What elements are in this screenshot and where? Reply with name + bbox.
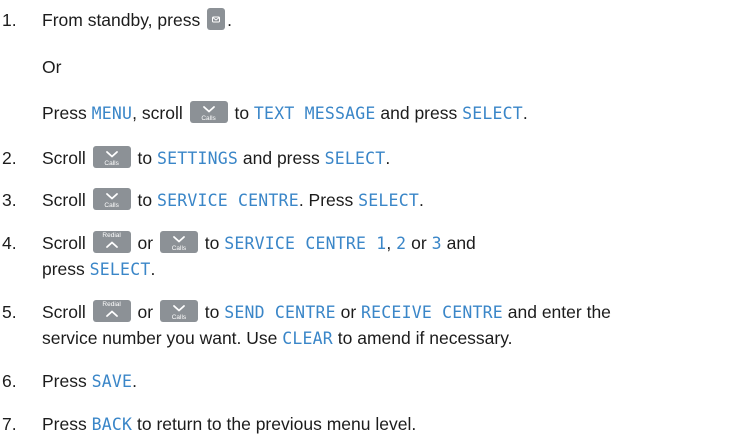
chevron-up-icon (105, 241, 118, 249)
step-6: 6. Press SAVE. (2, 371, 138, 391)
step-number: 1. (2, 10, 17, 30)
display-text-menu: MENU (91, 104, 133, 123)
calls-label: Calls (201, 115, 216, 123)
step-1: 1. From standby, press . (2, 8, 232, 31)
step-7: 7. Press BACK to return to the previous m… (2, 414, 417, 434)
message-key (207, 8, 226, 31)
redial-up-key: Redial (92, 300, 131, 323)
display-text-select: SELECT (358, 191, 419, 210)
step-2: 2. Scroll Calls to SETTINGS and press SEL… (2, 146, 391, 169)
envelope-icon (212, 16, 221, 23)
step-5-cont: service number you want. Use CLEAR to am… (42, 328, 513, 348)
display-text-save: SAVE (91, 372, 133, 391)
chevron-up-icon (105, 310, 118, 318)
step-text: From standby, press (42, 10, 206, 30)
calls-down-key: Calls (92, 146, 131, 169)
or-separator: Or (42, 57, 62, 77)
step-3: 3. Scroll Calls to SERVICE CENTRE. Press … (2, 188, 424, 211)
display-text-back: BACK (91, 415, 133, 434)
display-text-3: 3 (431, 234, 442, 253)
step-5: 5. Scroll Redial or Calls to SEND CENTRE … (2, 300, 611, 323)
display-text-send-centre: SEND CENTRE (224, 303, 336, 322)
step-4: 4. Scroll Redial or Calls to SERVICE CENT… (2, 231, 476, 254)
step-4-cont: press SELECT. (42, 259, 156, 279)
calls-down-key: Calls (159, 231, 198, 254)
display-text-select: SELECT (324, 149, 386, 168)
display-text-settings: SETTINGS (156, 149, 239, 168)
calls-down-key: Calls (92, 188, 131, 211)
display-text-2: 2 (396, 234, 407, 253)
display-text-select: SELECT (89, 260, 151, 279)
display-text-receive-centre: RECEIVE CENTRE (361, 303, 503, 322)
calls-down-key: Calls (159, 300, 198, 323)
display-text-clear: CLEAR (282, 329, 333, 348)
display-text-select: SELECT (462, 104, 523, 123)
display-text-service-centre: SERVICE CENTRE (156, 191, 299, 210)
step-1-alt: Press MENU, scroll Calls to TEXT MESSAGE… (42, 101, 528, 124)
calls-down-key: Calls (189, 101, 228, 124)
redial-up-key: Redial (92, 231, 131, 254)
display-text-service-centre-1: SERVICE CENTRE 1 (224, 234, 387, 253)
display-text-message: TEXT MESSAGE (253, 104, 376, 123)
